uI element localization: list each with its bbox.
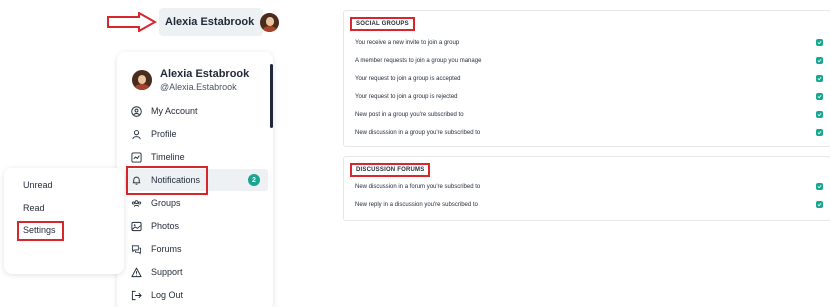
menu-item-log-out[interactable]: Log Out bbox=[125, 284, 268, 306]
checkbox-checked[interactable] bbox=[816, 57, 823, 64]
menu-item-my-account[interactable]: My Account bbox=[125, 100, 268, 122]
menu-label: Forums bbox=[151, 244, 182, 254]
menu-item-support[interactable]: Support bbox=[125, 261, 268, 283]
discussion-forums-panel: DISCUSSION FORUMS New discussion in a fo… bbox=[343, 156, 830, 221]
check-icon bbox=[817, 76, 822, 81]
dropdown-user-name: Alexia Estabrook bbox=[160, 68, 250, 80]
setting-label: Your request to join a group is rejected bbox=[355, 94, 458, 100]
check-icon bbox=[817, 58, 822, 63]
checkbox-checked[interactable] bbox=[816, 75, 823, 82]
top-user-name: Alexia Estabrook bbox=[165, 16, 255, 28]
user-icon bbox=[131, 129, 142, 140]
checkbox-checked[interactable] bbox=[816, 111, 823, 118]
menu-item-groups[interactable]: Groups bbox=[125, 192, 268, 214]
setting-row: A member requests to join a group you ma… bbox=[355, 55, 830, 67]
setting-row: Your request to join a group is rejected bbox=[355, 91, 830, 103]
setting-row: New discussion in a group you're subscri… bbox=[355, 127, 830, 139]
check-icon bbox=[817, 40, 822, 45]
checkbox-checked[interactable] bbox=[816, 39, 823, 46]
setting-row: New post in a group you're subscribed to bbox=[355, 109, 830, 121]
settings-highlight bbox=[17, 221, 64, 241]
setting-label: New post in a group you're subscribed to bbox=[355, 112, 464, 118]
submenu-item-unread[interactable]: Unread bbox=[23, 180, 53, 190]
groups-icon bbox=[131, 198, 142, 209]
menu-label: Profile bbox=[151, 129, 177, 139]
forums-icon bbox=[131, 244, 142, 255]
menu-label: Photos bbox=[151, 221, 180, 231]
menu-item-timeline[interactable]: Timeline bbox=[125, 146, 268, 168]
notifications-highlight bbox=[126, 166, 208, 195]
menu-item-forums[interactable]: Forums bbox=[125, 238, 268, 260]
check-icon bbox=[817, 130, 822, 135]
avatar bbox=[260, 12, 280, 32]
setting-label: New reply in a discussion you're subscri… bbox=[355, 202, 478, 208]
setting-row: New discussion in a forum you're subscri… bbox=[355, 181, 830, 193]
dropdown-avatar bbox=[132, 70, 152, 90]
logout-icon bbox=[131, 290, 142, 301]
checkbox-checked[interactable] bbox=[816, 183, 823, 190]
profile-trigger[interactable]: Alexia Estabrook bbox=[159, 8, 280, 36]
setting-label: A member requests to join a group you ma… bbox=[355, 58, 482, 64]
timeline-icon bbox=[131, 151, 142, 163]
dropdown-header: Alexia Estabrook @Alexia.Estabrook bbox=[132, 68, 249, 92]
menu-item-profile[interactable]: Profile bbox=[125, 123, 268, 145]
photos-icon bbox=[131, 221, 142, 232]
setting-label: Your request to join a group is accepted bbox=[355, 76, 461, 82]
checkbox-checked[interactable] bbox=[816, 129, 823, 136]
check-icon bbox=[817, 202, 822, 207]
check-icon bbox=[817, 94, 822, 99]
check-icon bbox=[817, 184, 822, 189]
check-icon bbox=[817, 112, 822, 117]
setting-label: New discussion in a forum you're subscri… bbox=[355, 184, 481, 190]
setting-label: You receive a new invite to join a group bbox=[355, 40, 460, 46]
social-groups-panel: SOCIAL GROUPS You receive a new invite t… bbox=[343, 10, 830, 147]
menu-label: My Account bbox=[151, 106, 198, 116]
submenu-item-read[interactable]: Read bbox=[23, 203, 45, 213]
menu-label: Support bbox=[151, 267, 183, 277]
account-circle-icon bbox=[131, 105, 142, 117]
menu-item-photos[interactable]: Photos bbox=[125, 215, 268, 237]
dropdown-user-handle: @Alexia.Estabrook bbox=[160, 82, 237, 92]
setting-row: Your request to join a group is accepted bbox=[355, 73, 830, 85]
setting-row: You receive a new invite to join a group bbox=[355, 37, 830, 49]
section-title-discussion-forums: DISCUSSION FORUMS bbox=[350, 163, 431, 177]
annotation-arrow bbox=[107, 12, 157, 32]
menu-label: Log Out bbox=[151, 290, 184, 300]
menu-label: Groups bbox=[151, 198, 181, 208]
setting-row: New reply in a discussion you're subscri… bbox=[355, 199, 830, 211]
menu-label: Timeline bbox=[151, 152, 185, 162]
checkbox-checked[interactable] bbox=[816, 201, 823, 208]
warning-icon bbox=[131, 267, 142, 278]
checkbox-checked[interactable] bbox=[816, 93, 823, 100]
setting-label: New discussion in a group you're subscri… bbox=[355, 130, 481, 136]
notification-count-badge: 2 bbox=[248, 174, 260, 186]
section-title-social-groups: SOCIAL GROUPS bbox=[350, 17, 415, 31]
